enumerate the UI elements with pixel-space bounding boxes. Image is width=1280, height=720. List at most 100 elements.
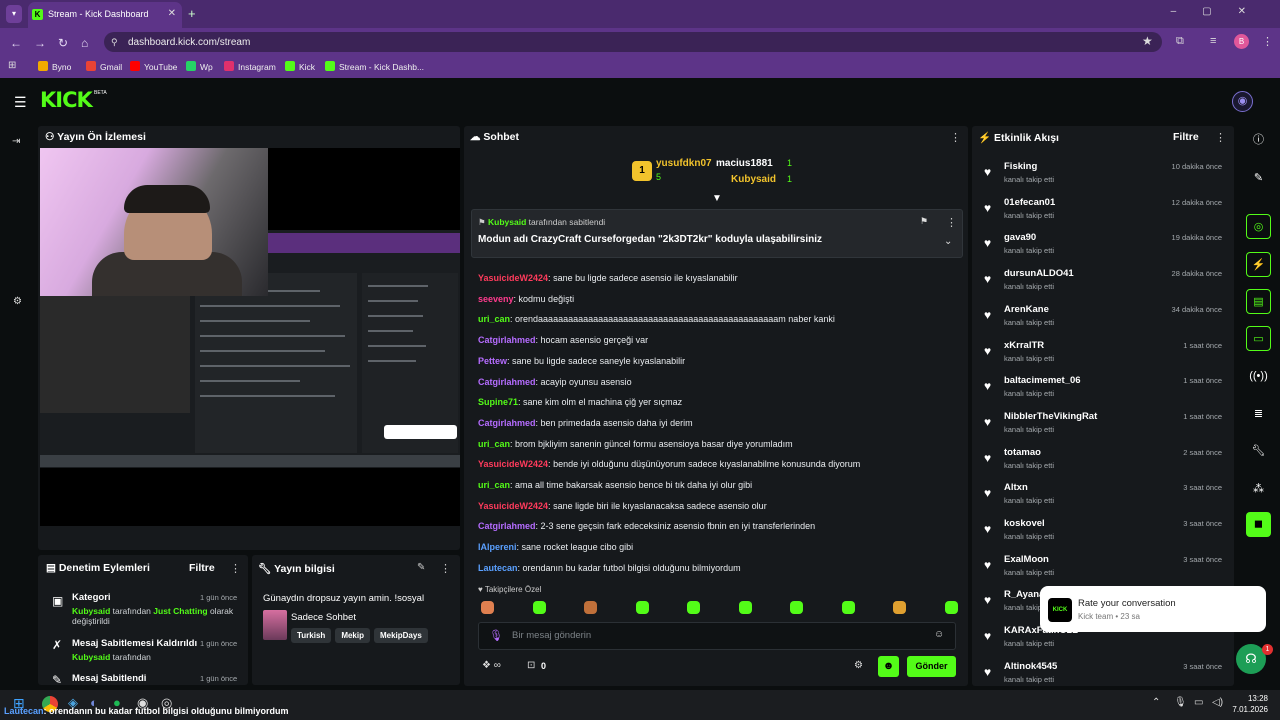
network-icon[interactable]: ▭ bbox=[1194, 697, 1203, 708]
activity-username[interactable]: R_Ayana bbox=[1004, 589, 1044, 600]
site-info-icon[interactable]: ⚲ bbox=[111, 37, 118, 48]
activity-username[interactable]: NibblerTheVikingRat bbox=[1004, 411, 1097, 422]
extensions-icon[interactable]: ⧉ bbox=[1176, 35, 1184, 48]
activity-username[interactable]: ArenKane bbox=[1004, 304, 1049, 315]
expand-pinned-icon[interactable]: ⌄ bbox=[944, 236, 952, 247]
leader-name[interactable]: macius1881 bbox=[716, 158, 773, 169]
chat-username[interactable]: Catgirlahmed bbox=[478, 335, 536, 345]
emote-icon[interactable] bbox=[584, 601, 597, 614]
moderation-menu-icon[interactable]: ⋮ bbox=[230, 562, 241, 575]
activity-row[interactable]: ♥ baltacimemet_06 kanalı takip etti 1 saat … bbox=[984, 373, 1226, 407]
bookmark[interactable]: Kick bbox=[285, 61, 315, 72]
home-icon[interactable]: ⌂ bbox=[81, 36, 88, 50]
emoji-icon[interactable]: ☺ bbox=[934, 629, 944, 640]
broadcast-icon[interactable]: ((•)) bbox=[1246, 364, 1271, 389]
user-avatar[interactable]: ◉ bbox=[1232, 91, 1253, 112]
emote-icon[interactable] bbox=[944, 601, 958, 614]
activity-username[interactable]: Altinok4545 bbox=[1004, 661, 1057, 672]
leader-name[interactable]: yusufdkn07 bbox=[656, 158, 712, 169]
profile-avatar[interactable]: B bbox=[1234, 34, 1249, 49]
emote-icon[interactable] bbox=[687, 601, 700, 614]
quick-emote-icon[interactable]: ☻ bbox=[878, 656, 899, 677]
tag[interactable]: MekipDays bbox=[373, 628, 428, 643]
activity-username[interactable]: 01efecan01 bbox=[1004, 197, 1055, 208]
gift-icon[interactable]: ⊡ bbox=[527, 660, 535, 671]
activity-username[interactable]: totamao bbox=[1004, 447, 1041, 458]
channel-points-icon[interactable]: ❖ ∞ bbox=[482, 660, 501, 671]
activity-row[interactable]: ♥ Altxn kanalı takip etti 3 saat önce bbox=[984, 480, 1226, 514]
microphone-icon[interactable]: 🎙︎ bbox=[489, 629, 503, 642]
activity-row[interactable]: ♥ ExalMoon kanalı takip etti 3 saat önce bbox=[984, 552, 1226, 586]
chat-username[interactable]: YasuicideW2424 bbox=[478, 501, 548, 511]
edit-icon[interactable]: ✎ bbox=[417, 562, 425, 573]
activity-username[interactable]: xKrralTR bbox=[1004, 340, 1044, 351]
activity-row[interactable]: ♥ 01efecan01 kanalı takip etti 12 dakika ön… bbox=[984, 195, 1226, 229]
emote-icon[interactable] bbox=[738, 601, 752, 614]
pencil-icon[interactable]: ✎ bbox=[1246, 166, 1271, 191]
emote-icon[interactable] bbox=[893, 601, 906, 614]
emote-icon[interactable] bbox=[635, 601, 649, 614]
apps-grid-icon[interactable]: ⊞ bbox=[8, 60, 16, 71]
bookmark[interactable]: Gmail bbox=[86, 61, 122, 72]
activity-username[interactable]: koskovel bbox=[1004, 518, 1045, 529]
new-tab-icon[interactable]: + bbox=[188, 6, 196, 21]
chat-username[interactable]: uri_can bbox=[478, 314, 510, 324]
settings-gear-icon[interactable]: ⚙ bbox=[13, 296, 22, 307]
collapse-icon[interactable]: ⇥ bbox=[12, 136, 20, 147]
emote-icon[interactable] bbox=[481, 601, 494, 614]
tag[interactable]: Mekip bbox=[335, 628, 370, 643]
activity-username[interactable]: gava90 bbox=[1004, 232, 1036, 243]
rate-conversation-toast[interactable] bbox=[1040, 586, 1266, 632]
pinned-menu-icon[interactable]: ⋮ bbox=[946, 216, 957, 229]
chat-username[interactable]: Pettew bbox=[478, 356, 507, 366]
kick-logo[interactable]: KICK bbox=[40, 88, 93, 112]
collapse-leaderboard-icon[interactable]: ▼ bbox=[712, 193, 722, 204]
window-controls[interactable]: –▢✕ bbox=[1171, 6, 1272, 17]
tray-chevron-icon[interactable]: ⌃ bbox=[1152, 697, 1160, 708]
category-name[interactable]: Sadece Sohbet bbox=[291, 612, 356, 623]
browser-menu-icon[interactable]: ⋮ bbox=[1262, 35, 1273, 48]
activity-row[interactable]: ♥ NibblerTheVikingRat kanalı takip etti 1 s… bbox=[984, 409, 1226, 443]
kick-app-icon[interactable]: ◼ bbox=[1246, 512, 1271, 537]
tag[interactable]: Turkish bbox=[291, 628, 332, 643]
activity-filter-button[interactable]: Filtre bbox=[1173, 131, 1199, 143]
lightning-icon[interactable]: ⚡ bbox=[1246, 252, 1271, 277]
reading-list-icon[interactable]: ≡ bbox=[1210, 35, 1216, 47]
document-icon[interactable]: ▤ bbox=[1246, 289, 1271, 314]
activity-row[interactable]: ♥ dursunALDO41 kanalı takip etti 28 dakika … bbox=[984, 266, 1226, 300]
bookmark[interactable]: YouTube bbox=[130, 61, 177, 72]
layers-icon[interactable]: ≣ bbox=[1246, 402, 1271, 427]
chat-username[interactable]: YasuicideW2424 bbox=[478, 459, 548, 469]
emote-icon[interactable] bbox=[532, 601, 546, 614]
chat-bubble-icon[interactable]: ▭ bbox=[1246, 326, 1271, 351]
bookmark[interactable]: Byno bbox=[38, 61, 71, 72]
bookmark-star-icon[interactable]: ★ bbox=[1142, 34, 1153, 48]
menu-icon[interactable]: ☰ bbox=[14, 94, 27, 111]
emote-icon[interactable] bbox=[790, 601, 803, 614]
chat-username[interactable]: Catgirlahmed bbox=[478, 521, 536, 531]
wrench-icon[interactable]: 🔧︎ bbox=[1246, 439, 1271, 464]
activity-row[interactable]: ♥ gava90 kanalı takip etti 19 dakika önce bbox=[984, 230, 1226, 264]
forward-icon[interactable]: → bbox=[34, 36, 46, 50]
moderation-filter-button[interactable]: Filtre bbox=[189, 562, 215, 574]
chat-username[interactable]: seeveny bbox=[478, 294, 514, 304]
close-tab-icon[interactable]: ✕ bbox=[168, 2, 176, 26]
activity-row[interactable]: ♥ xKrralTR kanalı takip etti 1 saat önce bbox=[984, 338, 1226, 372]
chat-username[interactable]: Lautecan bbox=[478, 563, 518, 573]
chat-username[interactable]: Supine71 bbox=[478, 397, 518, 407]
camera-icon[interactable]: ◎ bbox=[1246, 214, 1271, 239]
chat-menu-icon[interactable]: ⋮ bbox=[950, 131, 961, 144]
chat-username[interactable]: uri_can bbox=[478, 439, 510, 449]
volume-icon[interactable]: ◁) bbox=[1212, 697, 1223, 708]
bookmark[interactable]: Wp bbox=[186, 61, 213, 72]
activity-row[interactable]: ♥ totamao kanalı takip etti 2 saat önce bbox=[984, 445, 1226, 479]
activity-row[interactable]: ♥ koskovel kanalı takip etti 3 saat önce bbox=[984, 516, 1226, 550]
activity-username[interactable]: ExalMoon bbox=[1004, 554, 1049, 565]
activity-row[interactable]: ♥ Fisking kanalı takip etti 10 dakika önce bbox=[984, 159, 1226, 193]
taskbar-clock[interactable]: 13:28 7.01.2026 bbox=[1228, 693, 1268, 715]
tab-list-button[interactable]: ▾ bbox=[6, 5, 22, 23]
leader-name[interactable]: Kubysaid bbox=[731, 174, 776, 185]
activity-username[interactable]: baltacimemet_06 bbox=[1004, 375, 1081, 386]
browser-tab[interactable]: K Stream - Kick Dashboard ✕ bbox=[28, 2, 182, 28]
unpin-button[interactable]: ⚑ bbox=[920, 216, 928, 227]
